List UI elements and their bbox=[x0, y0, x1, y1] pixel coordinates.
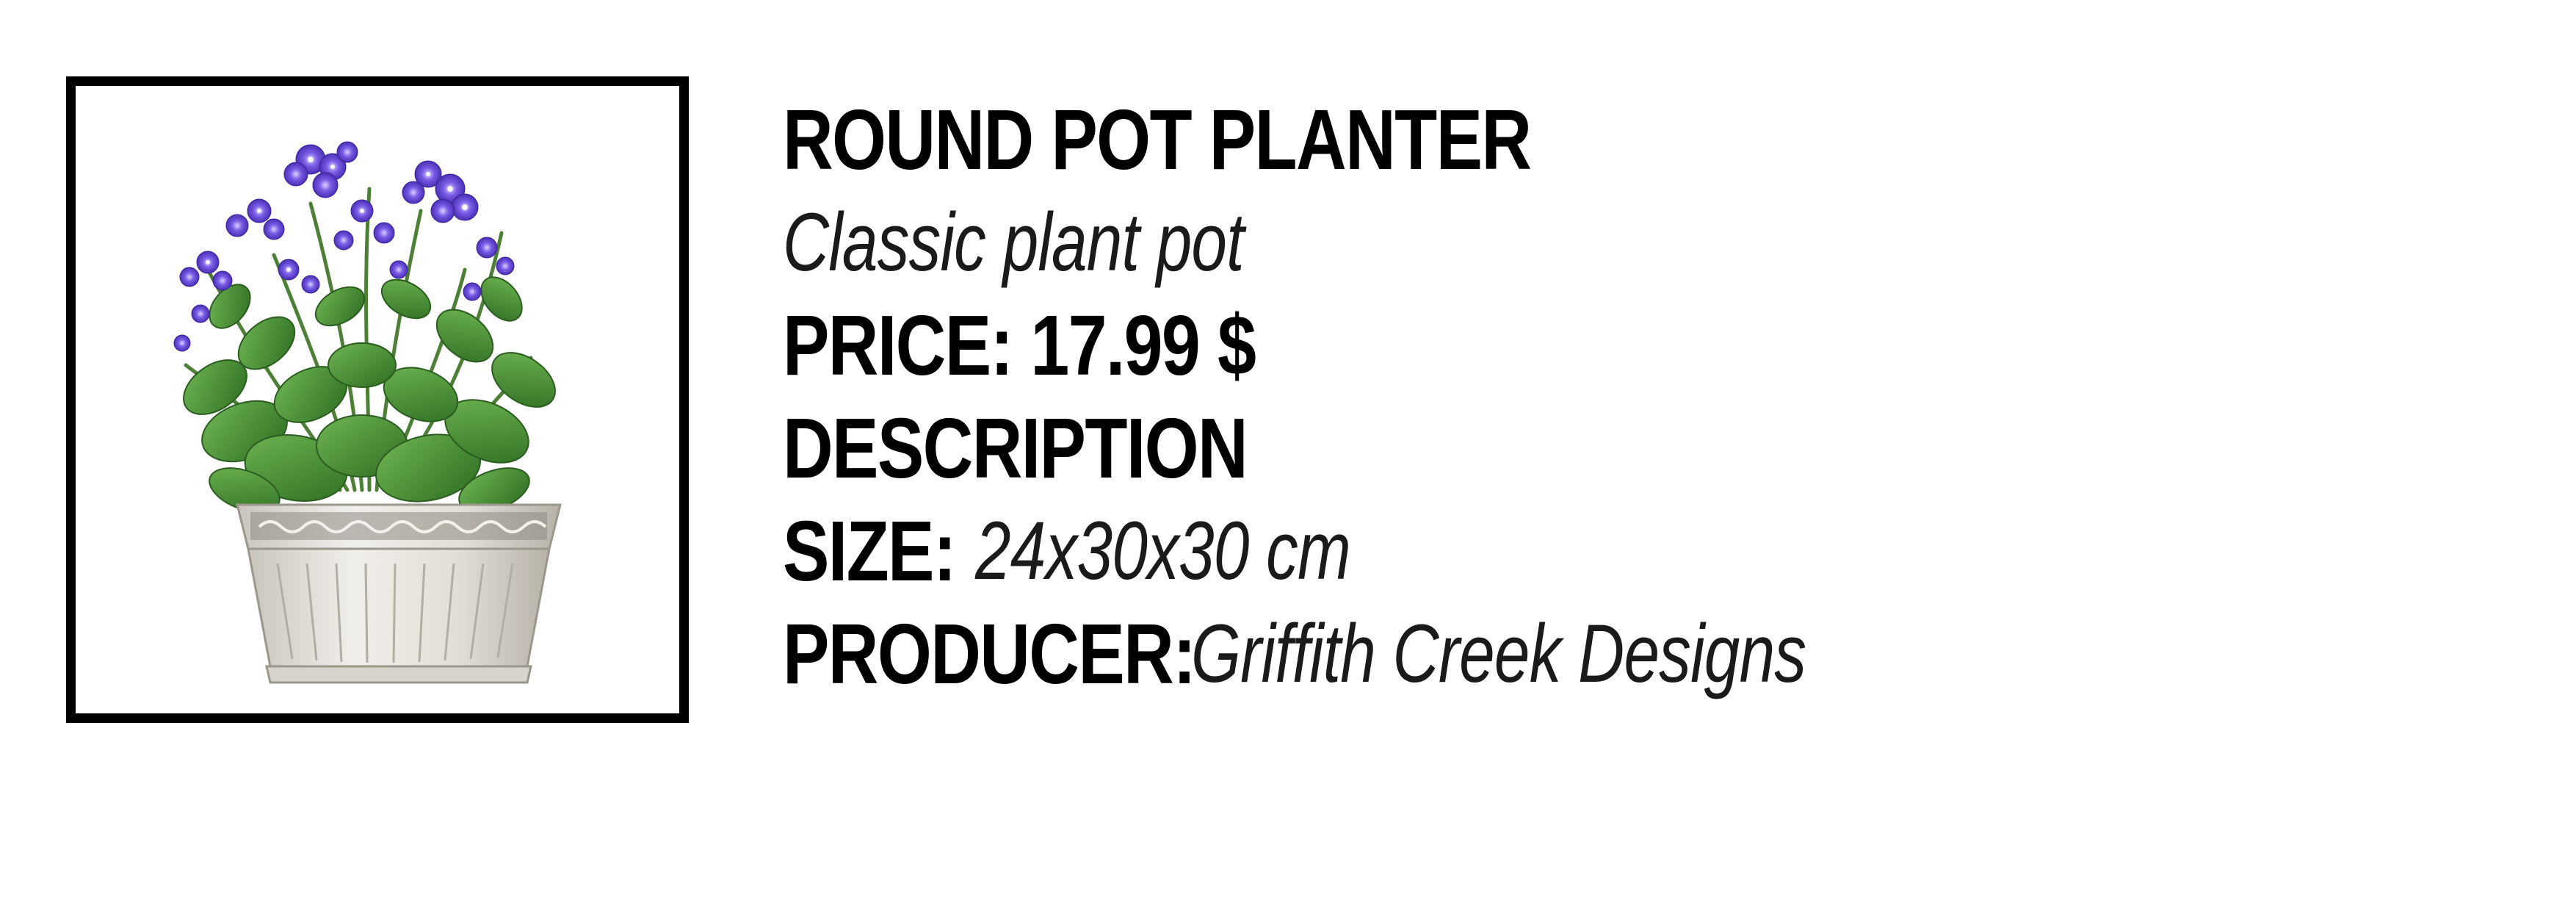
product-subtitle-line: Classic plant pot bbox=[783, 191, 2472, 294]
description-heading: DESCRIPTION bbox=[783, 400, 1248, 496]
product-price: PRICE: 17.99 $ bbox=[783, 298, 1256, 393]
product-subtitle: Classic plant pot bbox=[783, 196, 1244, 288]
product-title: ROUND POT PLANTER bbox=[783, 92, 1532, 187]
description-heading-line: DESCRIPTION bbox=[783, 397, 2472, 500]
size-label: SIZE: bbox=[783, 503, 957, 599]
product-price-line: PRICE: 17.99 $ bbox=[783, 294, 2472, 397]
product-info: ROUND POT PLANTER Classic plant pot PRIC… bbox=[783, 88, 2472, 705]
potted-flower-plant-image bbox=[173, 141, 562, 684]
product-title-line: ROUND POT PLANTER bbox=[783, 88, 2472, 191]
producer-label: PRODUCER: bbox=[783, 606, 1196, 702]
product-image-frame bbox=[66, 76, 689, 723]
size-value: 24x30x30 cm bbox=[975, 505, 1351, 597]
size-row: SIZE: 24x30x30 cm bbox=[783, 500, 2472, 602]
producer-row: PRODUCER: Griffith Creek Designs bbox=[783, 602, 2472, 705]
producer-value: Griffith Creek Designs bbox=[1191, 608, 1806, 699]
